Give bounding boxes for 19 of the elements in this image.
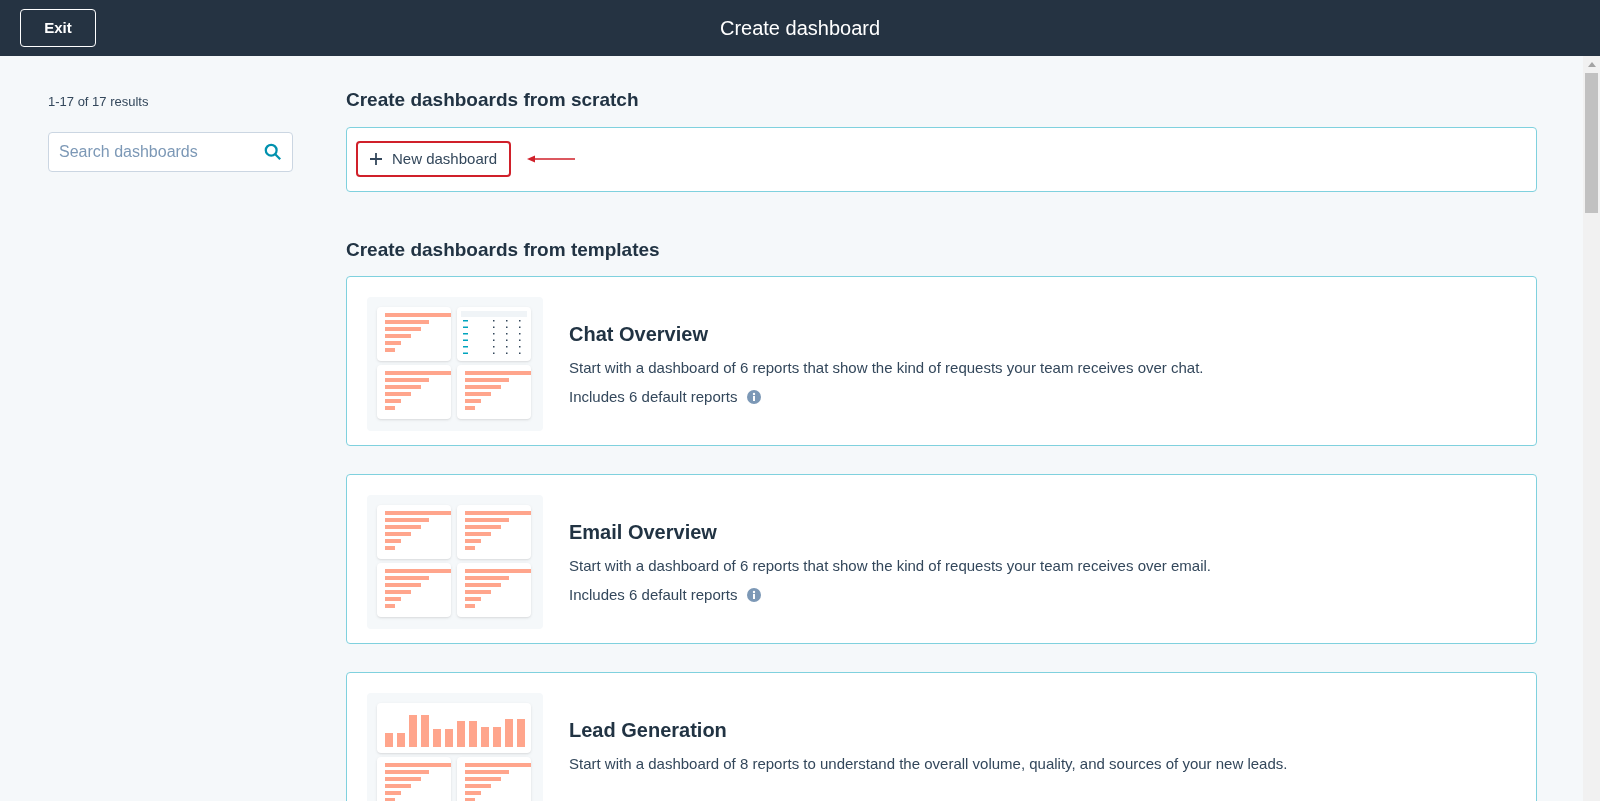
template-card[interactable]: Lead Generation Start with a dashboard of 8 reports to understand the overall volume, quality, and sources of your new leads.	[346, 672, 1537, 801]
includes-text: Includes 6 default reports	[569, 584, 738, 605]
template-title: Lead Generation	[569, 718, 728, 743]
new-dashboard-button[interactable]: New dashboard	[356, 141, 512, 177]
section-heading: Create dashboards from templates	[346, 237, 661, 262]
search-field[interactable]: Search dashboards	[48, 131, 293, 172]
template-card[interactable]: Email Overview Start with a dashboard of 6 reports that show the kind of requests your team receives over email. Includes 6 default reports	[346, 474, 1537, 644]
template-title: Chat Overview	[569, 322, 709, 347]
section-heading: Create dashboards from scratch	[346, 88, 640, 112]
template-card[interactable]: Chat Overview Start with a dashboard of 6 reports that show the kind of requests your team receives over chat. Includes 6 default reports	[346, 276, 1537, 446]
includes-text: Includes 6 default reports	[569, 386, 738, 407]
template-description: Start with a dashboard of 8 reports to understand the overall volume, quality, and sources of your new leads.	[569, 754, 1288, 774]
template-title: Email Overview	[569, 520, 718, 545]
exit-button[interactable]: Exit	[20, 9, 96, 47]
template-description: Start with a dashboard of 6 reports that show the kind of requests your team receives over email.	[569, 556, 1211, 576]
search-input[interactable]: Search dashboards	[59, 139, 264, 164]
results-count: 1-17 of 17 results	[48, 93, 150, 111]
template-description: Start with a dashboard of 6 reports that show the kind of requests your team receives over chat.	[569, 358, 1204, 378]
page-title: Create dashboard	[719, 16, 881, 41]
